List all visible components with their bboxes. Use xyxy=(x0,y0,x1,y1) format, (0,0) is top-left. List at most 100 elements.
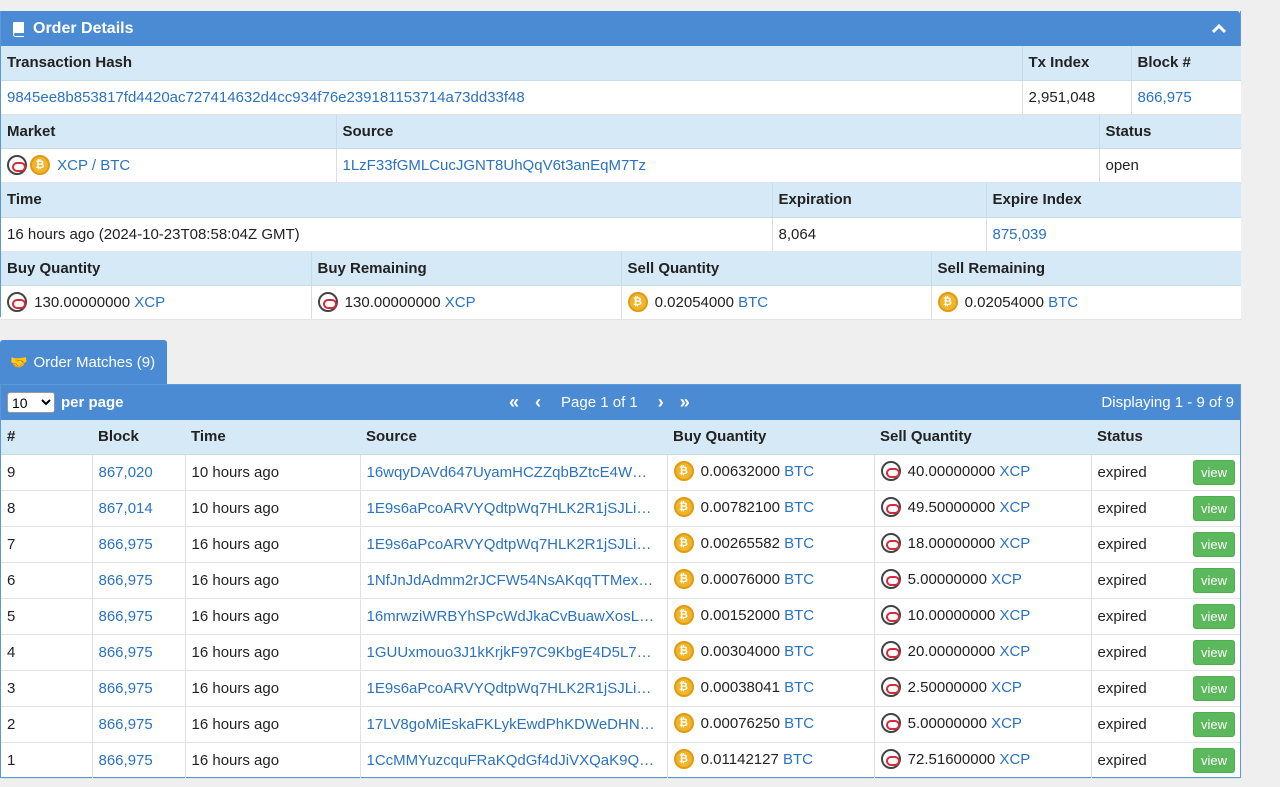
col-buy-quantity-header: Buy Quantity xyxy=(667,420,874,455)
row-status: expired xyxy=(1091,454,1187,491)
xcp-coin-icon xyxy=(880,497,901,517)
buy-quantity-amount: 130.00000000 xyxy=(34,293,131,311)
row-buy-asset-link[interactable]: BTC xyxy=(784,643,814,660)
row-block-link[interactable]: 866,975 xyxy=(99,716,153,733)
row-source-link[interactable]: 16mrwziWRBYhSPcWdJkaCvBuawXosL… xyxy=(367,608,655,625)
row-number: 2 xyxy=(1,706,93,743)
per-page-select[interactable]: 10 xyxy=(7,392,55,413)
view-button[interactable]: view xyxy=(1193,603,1236,629)
view-button[interactable]: view xyxy=(1193,459,1236,485)
row-source-link[interactable]: 1E9s6aPcoARVYQdtpWq7HLK2R1jSJLi… xyxy=(367,680,652,697)
table-row: 7 866,975 16 hours ago 1E9s6aPcoARVYQdtpWq7… xyxy=(1,526,1240,563)
view-button[interactable]: view xyxy=(1193,747,1236,773)
row-time: 16 hours ago xyxy=(185,598,361,635)
row-source-link[interactable]: 16wqyDAVd647UyamHCZZqbBZtcE4W… xyxy=(367,464,648,481)
row-block-link[interactable]: 866,975 xyxy=(99,644,153,661)
row-source-link[interactable]: 1E9s6aPcoARVYQdtpWq7HLK2R1jSJLi… xyxy=(367,500,652,517)
row-source-link[interactable]: 1E9s6aPcoARVYQdtpWq7HLK2R1jSJLi… xyxy=(367,536,652,553)
sell-quantity-header: Sell Quantity xyxy=(621,251,932,286)
row-sell-asset-link[interactable]: XCP xyxy=(999,751,1030,768)
view-button[interactable]: view xyxy=(1193,531,1236,557)
row-block-link[interactable]: 866,975 xyxy=(99,608,153,625)
market-link[interactable]: XCP / BTC xyxy=(57,156,130,173)
row-block-link[interactable]: 866,975 xyxy=(99,536,153,553)
tx-hash-link[interactable]: 9845ee8b853817fd4420ac727414632d4cc934f7… xyxy=(7,89,525,106)
row-source-link[interactable]: 17LV8goMiEskaFKLykEwdPhKDWeDHN… xyxy=(367,716,655,733)
row-sell-asset-link[interactable]: XCP xyxy=(999,499,1030,516)
row-source-link[interactable]: 1CcMMYuzcquFRaKQdGf4dJiVXQaK9Q… xyxy=(367,752,655,769)
row-sell-asset-link[interactable]: XCP xyxy=(999,607,1030,624)
btc-coin-icon xyxy=(673,641,694,661)
view-button[interactable]: view xyxy=(1193,711,1236,737)
source-address-link[interactable]: 1LzF33fGMLCucJGNT8UhQqV6t3anEqM7Tz xyxy=(343,157,646,174)
expire-index-link[interactable]: 875,039 xyxy=(993,226,1047,243)
row-buy-asset-link[interactable]: BTC xyxy=(784,607,814,624)
tab-order-matches[interactable]: 🤝 Order Matches (9) xyxy=(0,340,167,384)
row-number: 6 xyxy=(1,562,93,599)
block-link[interactable]: 866,975 xyxy=(1138,89,1192,106)
tab-order-matches-label: Order Matches (9) xyxy=(33,353,156,371)
row-buy-asset-link[interactable]: BTC xyxy=(784,535,814,552)
row-source-link[interactable]: 1GUUxmouo3J1kKrjkF97C9KbgE4D5L7… xyxy=(367,644,652,661)
pagination-toolbar: 10 per page « ‹ Page 1 of 1 › » Displayi… xyxy=(1,385,1240,420)
xcp-coin-icon xyxy=(880,569,901,589)
row-buy-amount: 0.00265582 xyxy=(700,534,780,552)
row-sell-asset-link[interactable]: XCP xyxy=(991,571,1022,588)
row-sell-amount: 72.51600000 xyxy=(907,750,996,768)
row-block-link[interactable]: 866,975 xyxy=(99,572,153,589)
row-time: 16 hours ago xyxy=(185,526,361,563)
view-button[interactable]: view xyxy=(1193,675,1236,701)
row-time: 16 hours ago xyxy=(185,706,361,743)
row-sell-asset-link[interactable]: XCP xyxy=(999,535,1030,552)
row-block-link[interactable]: 867,014 xyxy=(99,500,153,517)
matches-body: 9 867,020 10 hours ago 16wqyDAVd647UyamHCZZ… xyxy=(1,454,1240,779)
next-page-button[interactable]: › xyxy=(650,392,672,413)
xcp-coin-icon xyxy=(7,291,27,312)
last-page-button[interactable]: » xyxy=(672,392,698,413)
order-details-header[interactable]: Order Details xyxy=(1,11,1240,46)
row-buy-amount: 0.00076000 xyxy=(700,570,780,588)
sell-quantity-asset-link[interactable]: BTC xyxy=(738,293,768,310)
row-block-link[interactable]: 867,020 xyxy=(99,464,153,481)
xcp-coin-icon xyxy=(317,291,338,312)
view-button[interactable]: view xyxy=(1193,639,1236,665)
buy-remaining-asset-link[interactable]: XCP xyxy=(445,293,476,310)
book-icon xyxy=(13,21,24,37)
col-time-header: Time xyxy=(185,420,360,455)
row-sell-amount: 18.00000000 xyxy=(907,534,996,552)
prev-page-button[interactable]: ‹ xyxy=(527,392,549,413)
row-block-link[interactable]: 866,975 xyxy=(99,752,153,769)
row-buy-asset-link[interactable]: BTC xyxy=(784,571,814,588)
view-button[interactable]: view xyxy=(1193,567,1236,593)
row-buy-asset-link[interactable]: BTC xyxy=(784,679,814,696)
expire-index-header: Expire Index xyxy=(986,183,1241,218)
table-row: 3 866,975 16 hours ago 1E9s6aPcoARVYQdtpWq7… xyxy=(1,670,1240,707)
buy-quantity-asset-link[interactable]: XCP xyxy=(134,293,165,310)
row-sell-asset-link[interactable]: XCP xyxy=(991,715,1022,732)
row-buy-amount: 0.00076250 xyxy=(700,714,780,732)
row-buy-asset-link[interactable]: BTC xyxy=(783,751,813,768)
row-sell-amount: 2.50000000 xyxy=(907,678,987,696)
row-block-link[interactable]: 866,975 xyxy=(99,680,153,697)
market-table: Market Source Status XCP / BTC 1LzF33fGM… xyxy=(1,114,1241,183)
col-status-header: Status xyxy=(1091,420,1187,455)
row-buy-asset-link[interactable]: BTC xyxy=(784,499,814,516)
btc-coin-icon xyxy=(673,569,694,589)
sell-quantity-amount: 0.02054000 xyxy=(654,293,734,311)
row-sell-asset-link[interactable]: XCP xyxy=(999,463,1030,480)
first-page-button[interactable]: « xyxy=(501,392,527,413)
row-buy-asset-link[interactable]: BTC xyxy=(784,463,814,480)
sell-remaining-asset-link[interactable]: BTC xyxy=(1048,293,1078,310)
table-row: 4 866,975 16 hours ago 1GUUxmouo3J1kKrjkF97… xyxy=(1,634,1240,671)
row-sell-amount: 5.00000000 xyxy=(907,570,987,588)
view-button[interactable]: view xyxy=(1193,495,1236,521)
row-buy-asset-link[interactable]: BTC xyxy=(784,715,814,732)
btc-coin-icon xyxy=(673,605,694,625)
row-source-link[interactable]: 1NfJnJdAdmm2rJCFW54NsAKqqTTMex… xyxy=(367,572,654,589)
row-time: 16 hours ago xyxy=(185,634,361,671)
order-details-panel: Order Details Transaction Hash Tx Index … xyxy=(0,11,1241,320)
row-sell-asset-link[interactable]: XCP xyxy=(991,679,1022,696)
row-sell-asset-link[interactable]: XCP xyxy=(999,643,1030,660)
chevron-up-icon[interactable] xyxy=(1212,23,1226,34)
row-status: expired xyxy=(1091,634,1187,671)
